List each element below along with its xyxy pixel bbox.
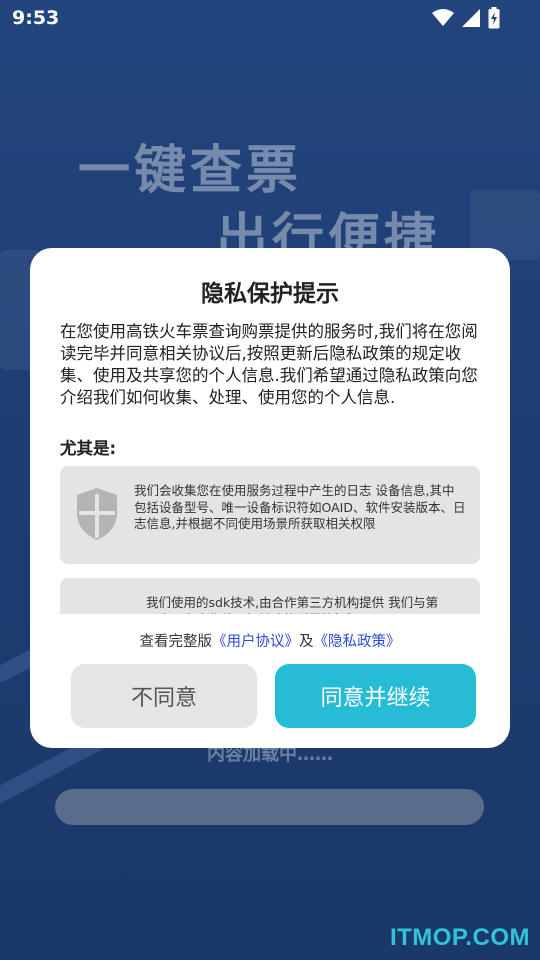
permission-cards-scroll[interactable]: 我们会收集您在使用服务过程中产生的日志 设备信息,其中包括设备型号、唯一设备标识… (60, 466, 480, 614)
links-and: 及 (299, 634, 314, 650)
slogan-line-1: 一键查票 (78, 141, 303, 201)
dialog-subheading: 尤其是: (60, 439, 117, 458)
permission-card-text: 我们使用的sdk技术,由合作第三方机构提供 我们与第三方平台合作获取相关功能所需… (146, 595, 439, 614)
disagree-button[interactable]: 不同意 (71, 664, 257, 728)
privacy-dialog: 隐私保护提示 在您使用高铁火车票查询购票提供的服务时,我们将在您阅读完毕并同意相… (30, 248, 510, 748)
permission-card: 我们会收集您在使用服务过程中产生的日志 设备信息,其中包括设备型号、唯一设备标识… (60, 466, 480, 564)
agreement-links: 查看完整版《用户协议》及《隐私政策》 (30, 630, 510, 651)
watermark-logo: ITMOP.COM (389, 924, 530, 951)
dialog-intro-text: 在您使用高铁火车票查询购票提供的服务时,我们将在您阅读完毕并同意相关协议后,按照… (60, 322, 478, 407)
dialog-title: 隐私保护提示 (201, 281, 339, 307)
status-bar: 9:53 (0, 0, 540, 36)
agree-continue-button[interactable]: 同意并继续 (275, 664, 476, 728)
privacy-policy-link[interactable]: 《隐私政策》 (314, 634, 401, 650)
links-prefix: 查看完整版 (139, 634, 213, 650)
status-time: 9:53 (12, 7, 60, 29)
wifi-icon (432, 9, 454, 27)
battery-charging-icon (488, 7, 500, 29)
shield-icon (74, 486, 120, 546)
loading-progress-bar (55, 789, 484, 825)
permission-card: 我们使用的sdk技术,由合作第三方机构提供 我们与第三方平台合作获取相关功能所需… (60, 578, 480, 614)
permission-card-text: 我们会收集您在使用服务过程中产生的日志 设备信息,其中包括设备型号、唯一设备标识… (134, 483, 466, 531)
signal-icon (462, 9, 480, 27)
user-agreement-link[interactable]: 《用户协议》 (212, 634, 299, 650)
status-icons (432, 7, 500, 29)
